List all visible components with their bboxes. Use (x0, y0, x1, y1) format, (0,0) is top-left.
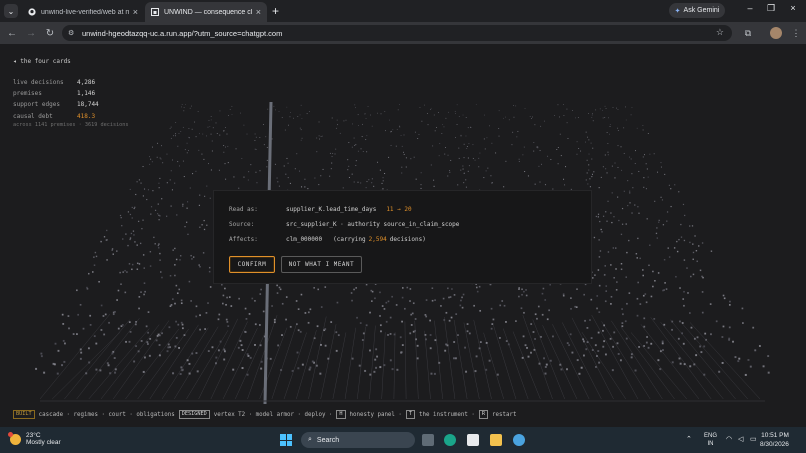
source-row: Source: src_supplier_K · authority sourc… (229, 221, 460, 228)
weather-sun-icon (8, 431, 21, 445)
built-items: cascade · regimes · court · obligations (38, 411, 175, 418)
weather-widget[interactable]: 23°C Mostly clear (8, 431, 61, 446)
gemini-label: Ask Gemini (683, 7, 720, 14)
unwind-icon (151, 8, 159, 16)
extensions-icon[interactable]: ⧉ (742, 27, 754, 39)
taskbar: 23°C Mostly clear ⌕ Search ⌃ ENG IN ◠ ◁ … (0, 427, 806, 453)
designed-tag: DESIGNED (178, 410, 210, 419)
store-icon[interactable] (467, 434, 479, 446)
site-info-icon[interactable]: ⚙ (68, 29, 78, 37)
reload-icon[interactable]: ↻ (43, 26, 57, 40)
ask-gemini-button[interactable]: ✦ Ask Gemini (669, 3, 725, 18)
built-tag: BUILT (13, 410, 35, 419)
search-icon: ⌕ (308, 436, 312, 443)
close-window-icon[interactable]: × (786, 3, 800, 13)
affects-prefix: (carrying (333, 236, 366, 243)
source-value: src_supplier_K · authority source_in_cla… (286, 221, 460, 228)
footer-legend: BUILT cascade · regimes · court · obliga… (13, 410, 516, 419)
affects-suffix: decisions) (389, 236, 426, 243)
windows-start-icon[interactable] (280, 434, 292, 446)
page-content: ◂ the four cards live decisions 4,286 pr… (0, 44, 806, 427)
key-h[interactable]: H (336, 410, 346, 419)
close-icon[interactable]: × (256, 7, 261, 17)
key-t-label: the instrument · (419, 411, 475, 418)
close-icon[interactable]: × (133, 7, 138, 17)
tab-search-button[interactable]: ⌄ (4, 4, 18, 18)
tab-strip: ⌄ unwind-live-verified/web at ma × UNWIN… (0, 0, 806, 22)
key-h-label: honesty panel · (349, 411, 402, 418)
back-to-cards-link[interactable]: ◂ the four cards (13, 58, 71, 65)
task-view-icon[interactable] (422, 434, 434, 446)
stat-support-edges: support edges 18,744 (13, 101, 99, 109)
confirm-button[interactable]: CONFIRM (229, 256, 275, 273)
affects-row: Affects: clm_000000 (carrying 2,594 deci… (229, 236, 426, 243)
menu-kebab-icon[interactable]: ⋮ (790, 27, 802, 39)
stat-causal-debt: causal debt 418.3 (13, 112, 96, 120)
read-as-value: supplier_K.lead_time_days (286, 206, 377, 213)
tab-unwind[interactable]: UNWIND — consequence clea × (145, 2, 267, 22)
stat-live-decisions: live decisions 4,286 (13, 79, 96, 86)
key-r-label: restart (492, 411, 517, 418)
tab-github[interactable]: unwind-live-verified/web at ma × (22, 2, 144, 22)
read-as-row: Read as: supplier_K.lead_time_days 11 → … (229, 206, 412, 213)
temperature: 23°C (26, 432, 41, 439)
taskbar-search[interactable]: ⌕ Search (301, 432, 415, 448)
browser-toolbar: ← → ↻ ⚙ unwind-hgeodtazqq-uc.a.run.app/?… (0, 22, 806, 44)
restore-icon[interactable]: ❐ (764, 3, 778, 14)
not-what-i-meant-button[interactable]: NOT WHAT I MEANT (281, 256, 362, 273)
edge-browser-icon[interactable] (444, 434, 456, 446)
chrome-icon[interactable] (513, 434, 525, 446)
affects-id: clm_000000 (286, 236, 323, 243)
address-bar[interactable]: ⚙ unwind-hgeodtazqq-uc.a.run.app/?utm_so… (62, 25, 732, 41)
gemini-icon: ✦ (674, 7, 681, 15)
affects-count: 2,594 (368, 236, 387, 243)
bookmark-star-icon[interactable]: ☆ (716, 27, 724, 38)
back-arrow-icon[interactable]: ← (5, 26, 19, 40)
clock[interactable]: 10:51 PM 8/30/2026 (760, 432, 789, 449)
tab-title: UNWIND — consequence clea (164, 8, 252, 16)
minimize-icon[interactable]: – (743, 3, 757, 13)
stats-note: across 1141 premises · 3619 decisions (13, 122, 129, 128)
volume-icon[interactable]: ◁ (738, 435, 743, 443)
new-tab-button[interactable]: + (272, 4, 279, 18)
language-indicator[interactable]: ENG IN (704, 433, 717, 448)
tab-title: unwind-live-verified/web at ma (41, 8, 129, 16)
forward-arrow-icon[interactable]: → (24, 26, 38, 40)
search-placeholder: Search (316, 436, 340, 444)
tray-overflow-icon[interactable]: ⌃ (686, 435, 692, 443)
battery-icon[interactable]: ▭ (750, 435, 757, 443)
confirmation-dialog: Read as: supplier_K.lead_time_days 11 → … (213, 190, 592, 284)
github-icon (28, 8, 36, 16)
weather-condition: Mostly clear (26, 439, 61, 446)
read-as-range: 11 → 20 (386, 206, 412, 213)
avatar[interactable] (770, 27, 782, 39)
key-r[interactable]: R (478, 410, 488, 419)
stat-premises: premises 1,146 (13, 90, 96, 98)
designed-items: vertex T2 · model armor · deploy · (213, 411, 333, 418)
key-t[interactable]: T (405, 410, 416, 419)
url-text: unwind-hgeodtazqq-uc.a.run.app/?utm_sour… (82, 28, 283, 38)
stats-panel: live decisions 4,286 premises 1,146 supp… (13, 77, 99, 122)
file-explorer-icon[interactable] (490, 434, 502, 446)
wifi-icon[interactable]: ◠ (726, 435, 732, 443)
